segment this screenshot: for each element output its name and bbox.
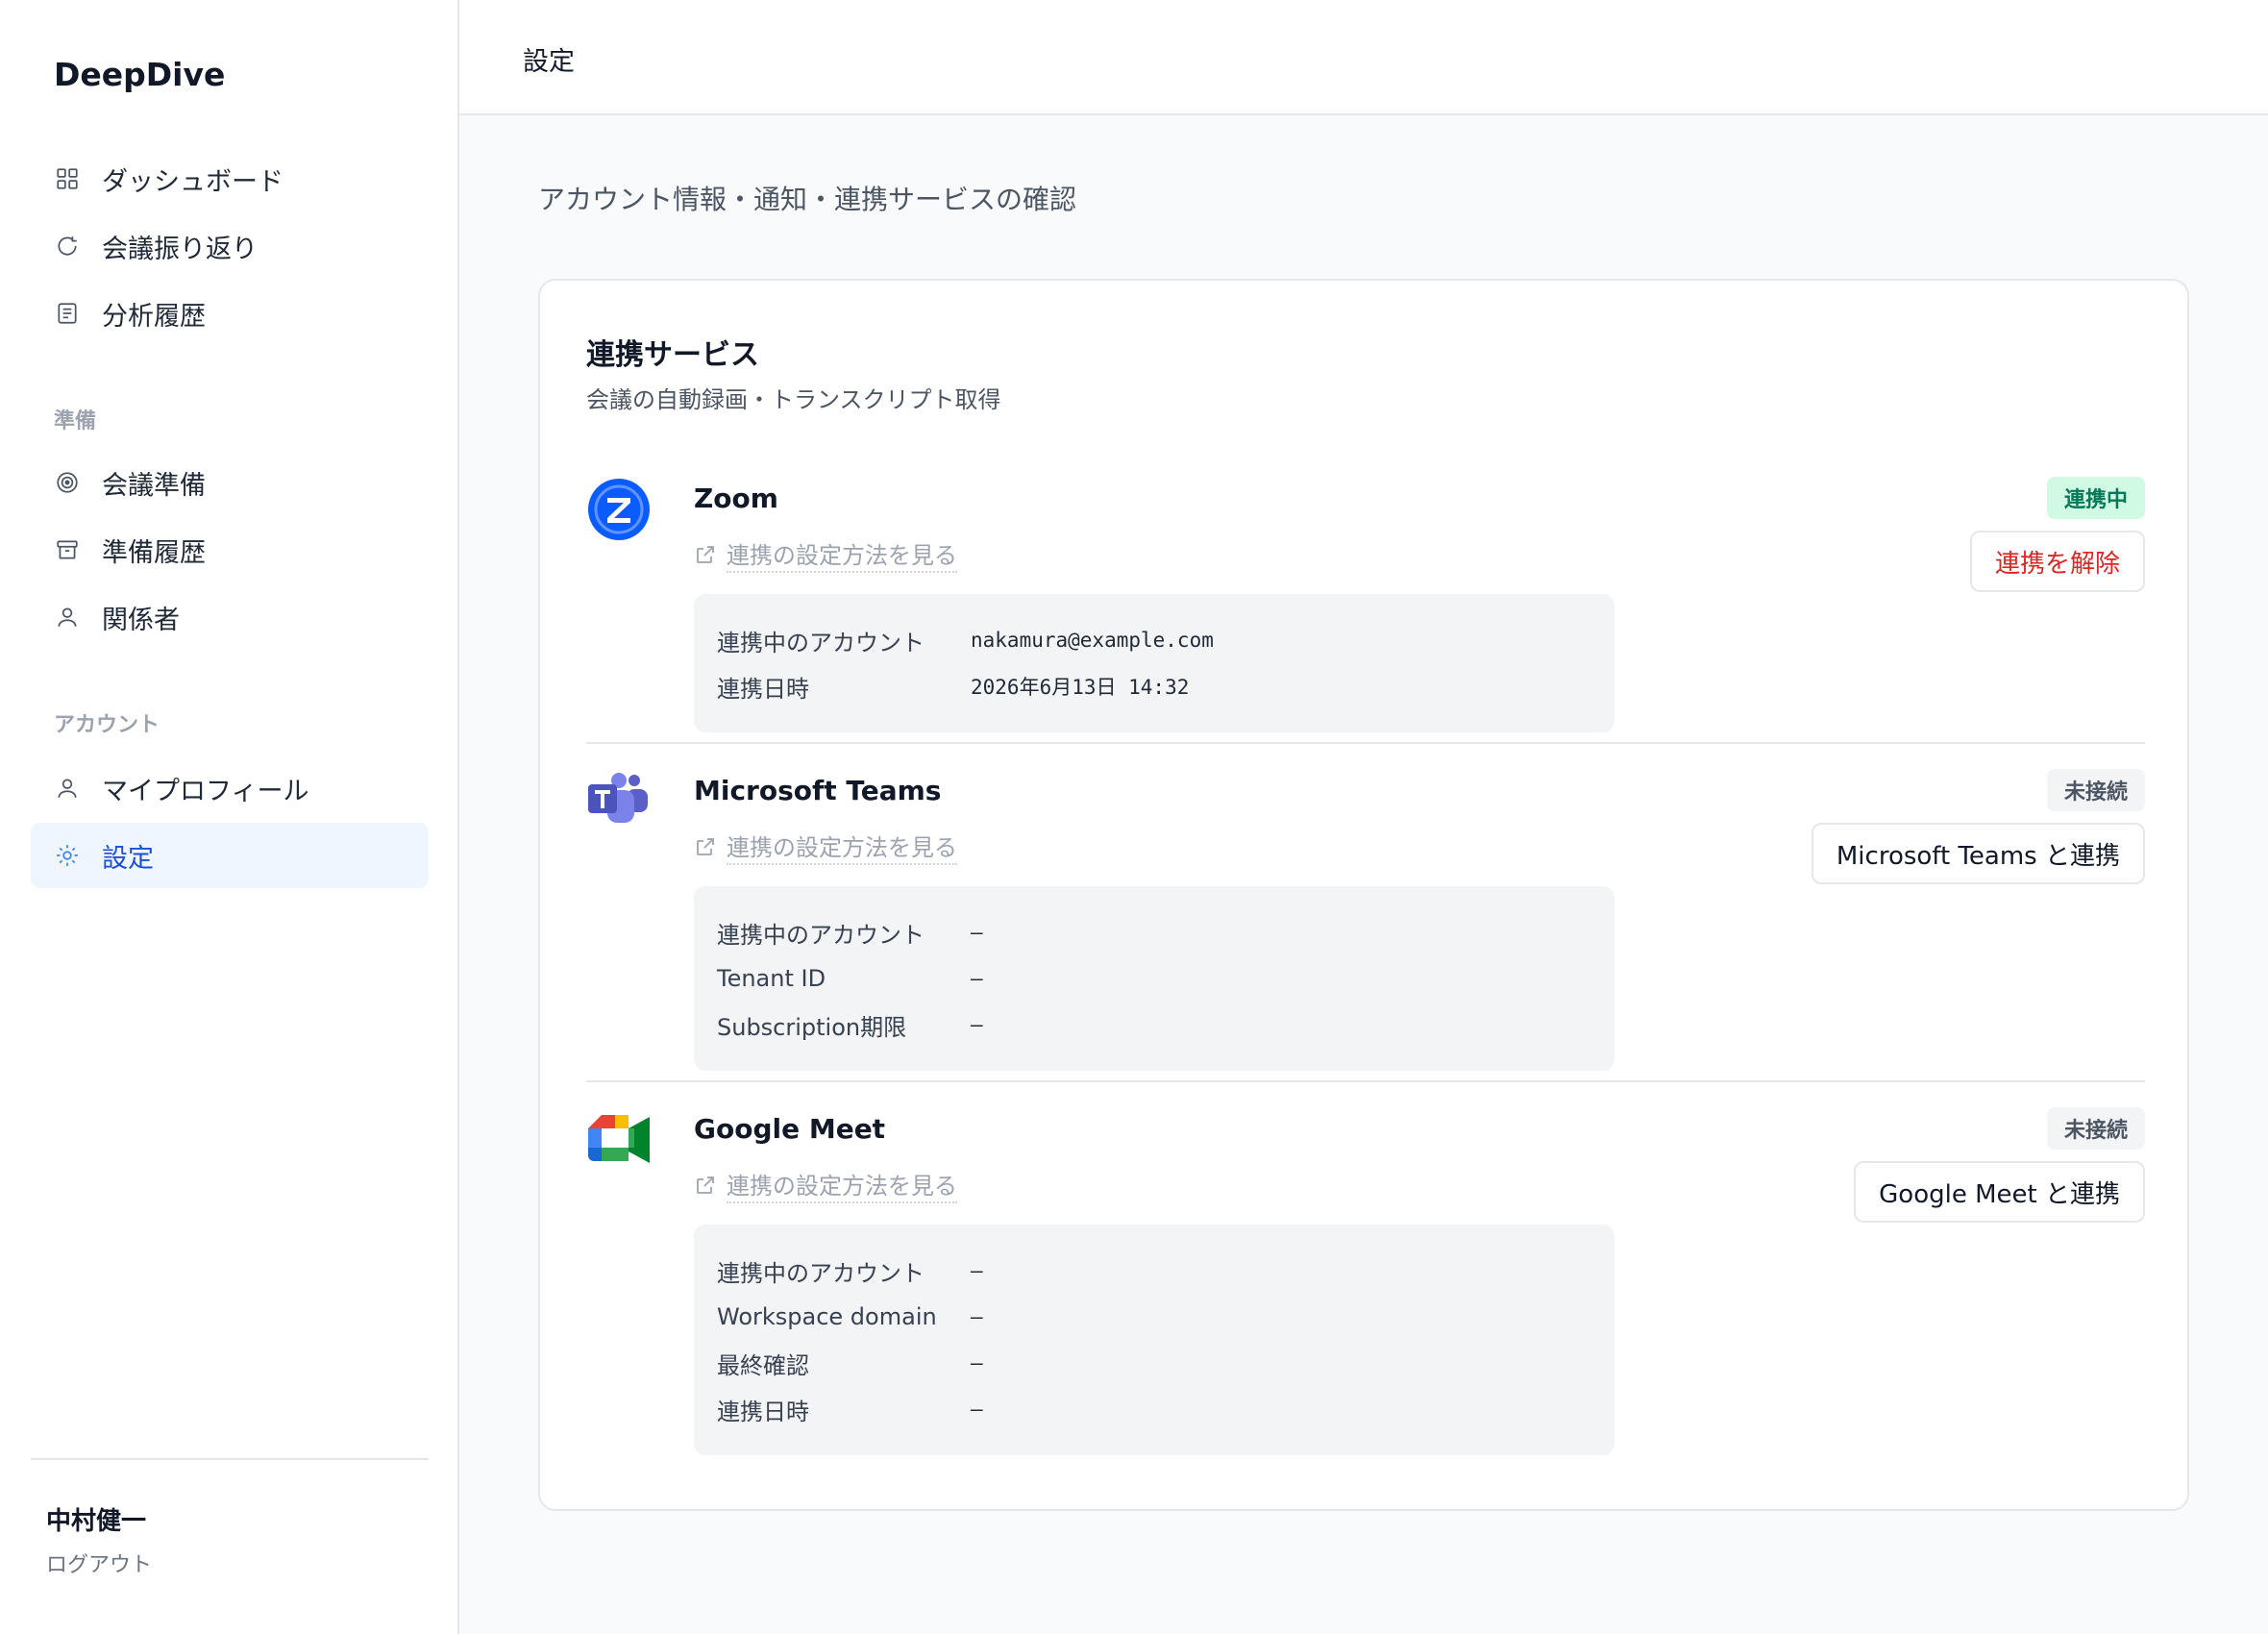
connection-details: 連携中のアカウント — Tenant ID — Subscription期限 — bbox=[694, 886, 1615, 1071]
external-link-icon bbox=[697, 1176, 714, 1194]
detail-key: Workspace domain bbox=[717, 1303, 937, 1330]
detail-value: nakamura@example.com bbox=[971, 629, 1214, 652]
card-subtitle: 会議の自動録画・トランスクリプト取得 bbox=[586, 386, 1001, 413]
sidebar-item-label: 設定 bbox=[102, 843, 154, 874]
service-google-meet: Google Meet 連携の設定方法を見る 連携中のアカウント — Worksp… bbox=[586, 1107, 2145, 1455]
page-title: 設定 bbox=[523, 47, 575, 77]
detail-value: — bbox=[971, 1398, 983, 1421]
document-icon bbox=[54, 300, 81, 327]
card-title: 連携サービス bbox=[586, 338, 759, 372]
detail-key: 連携中のアカウント bbox=[717, 629, 924, 656]
sidebar-item-my-profile[interactable]: マイプロフィール bbox=[31, 755, 429, 821]
sidebar-item-label: 分析履歴 bbox=[102, 301, 206, 332]
grid-icon bbox=[54, 165, 81, 192]
logout-link[interactable]: ログアウト bbox=[46, 1547, 152, 1578]
user-name: 中村健一 bbox=[46, 1507, 147, 1536]
detail-value: — bbox=[971, 1305, 983, 1328]
detail-row: Workspace domain — bbox=[717, 1294, 1591, 1340]
setup-guide-label: 連携の設定方法を見る bbox=[727, 829, 957, 865]
detail-key: Subscription期限 bbox=[717, 1013, 907, 1041]
sidebar-item-label: マイプロフィール bbox=[102, 776, 309, 806]
service-name: Google Meet bbox=[694, 1113, 886, 1145]
disconnect-zoom-button[interactable]: 連携を解除 bbox=[1969, 531, 2145, 592]
detail-row: Subscription期限 — bbox=[717, 1002, 1591, 1048]
setup-guide-label: 連携の設定方法を見る bbox=[727, 536, 957, 573]
top-bar: 設定 bbox=[459, 0, 2268, 115]
sidebar-item-label: ダッシュボード bbox=[102, 166, 284, 197]
integrations-card: 連携サービス 会議の自動録画・トランスクリプト取得 Zoom 連携の設定方法を見… bbox=[538, 279, 2189, 1511]
detail-value: — bbox=[971, 1351, 983, 1374]
detail-value: — bbox=[971, 967, 983, 990]
zoom-logo-icon bbox=[586, 477, 652, 542]
status-badge: 未接続 bbox=[2046, 1107, 2145, 1150]
status-badge: 未接続 bbox=[2046, 769, 2145, 811]
sidebar-item-label: 会議振り返り bbox=[102, 234, 258, 264]
sidebar-item-meeting-review[interactable]: 会議振り返り bbox=[31, 213, 429, 279]
sidebar-item-meeting-prep[interactable]: 会議準備 bbox=[31, 450, 429, 515]
detail-key: 連携日時 bbox=[717, 675, 809, 703]
connect-google-meet-button[interactable]: Google Meet と連携 bbox=[1854, 1161, 2145, 1223]
setup-guide-link[interactable]: 連携の設定方法を見る bbox=[694, 1167, 957, 1203]
sidebar-item-label: 会議準備 bbox=[102, 470, 206, 501]
sidebar-item-prep-history[interactable]: 準備履歴 bbox=[31, 517, 429, 582]
divider bbox=[586, 1080, 2145, 1082]
detail-value: — bbox=[971, 1013, 983, 1036]
detail-row: 連携中のアカウント — bbox=[717, 909, 1591, 955]
connect-teams-button[interactable]: Microsoft Teams と連携 bbox=[1811, 823, 2145, 884]
status-badge: 連携中 bbox=[2046, 477, 2145, 519]
sidebar-item-dashboard[interactable]: ダッシュボード bbox=[31, 146, 429, 211]
section-label-prep: 準備 bbox=[54, 409, 97, 433]
detail-value: 2026年6月13日 14:32 bbox=[971, 676, 1190, 699]
sidebar-item-label: 準備履歴 bbox=[102, 537, 206, 568]
setup-guide-link[interactable]: 連携の設定方法を見る bbox=[694, 536, 957, 573]
detail-row: Tenant ID — bbox=[717, 955, 1591, 1002]
section-label-account: アカウント bbox=[54, 713, 160, 737]
page-subtitle: アカウント情報・通知・連携サービスの確認 bbox=[538, 184, 1077, 215]
target-icon bbox=[54, 469, 81, 496]
sidebar-item-label: 関係者 bbox=[102, 605, 180, 635]
detail-value: — bbox=[971, 1259, 983, 1282]
detail-row: 連携中のアカウント — bbox=[717, 1248, 1591, 1294]
detail-row: 連携日時 2026年6月13日 14:32 bbox=[717, 663, 1591, 709]
setup-guide-link[interactable]: 連携の設定方法を見る bbox=[694, 829, 957, 865]
setup-guide-label: 連携の設定方法を見る bbox=[727, 1167, 957, 1203]
main-content: 設定 アカウント情報・通知・連携サービスの確認 連携サービス 会議の自動録画・ト… bbox=[459, 0, 2268, 1634]
brand-logo[interactable]: DeepDive bbox=[54, 56, 225, 93]
sidebar-item-stakeholders[interactable]: 関係者 bbox=[31, 584, 429, 650]
gear-icon bbox=[54, 842, 81, 869]
divider bbox=[586, 742, 2145, 744]
detail-value: — bbox=[971, 921, 983, 944]
sidebar-item-settings[interactable]: 設定 bbox=[31, 823, 429, 888]
user-icon bbox=[54, 604, 81, 631]
detail-key: 連携日時 bbox=[717, 1398, 809, 1425]
detail-row: 連携中のアカウント nakamura@example.com bbox=[717, 617, 1591, 663]
teams-logo-icon bbox=[586, 769, 652, 834]
detail-row: 最終確認 — bbox=[717, 1340, 1591, 1386]
detail-key: 連携中のアカウント bbox=[717, 921, 924, 949]
google-meet-logo-icon bbox=[586, 1107, 652, 1173]
detail-key: Tenant ID bbox=[717, 965, 826, 992]
service-name: Zoom bbox=[694, 483, 778, 514]
external-link-icon bbox=[697, 838, 714, 855]
sidebar-divider bbox=[31, 1458, 429, 1460]
archive-icon bbox=[54, 536, 81, 563]
app-root: DeepDive ダッシュボード 会議振り返り 分析履歴 準備 会議準備 準備履… bbox=[0, 0, 2268, 1634]
refresh-icon bbox=[54, 233, 81, 260]
sidebar: DeepDive ダッシュボード 会議振り返り 分析履歴 準備 会議準備 準備履… bbox=[0, 0, 459, 1634]
user-icon bbox=[54, 775, 81, 802]
sidebar-item-analysis-history[interactable]: 分析履歴 bbox=[31, 281, 429, 346]
detail-key: 連携中のアカウント bbox=[717, 1259, 924, 1287]
connection-details: 連携中のアカウント — Workspace domain — 最終確認 — 連携日時 — bbox=[694, 1225, 1615, 1455]
detail-key: 最終確認 bbox=[717, 1351, 809, 1379]
service-microsoft-teams: Microsoft Teams 連携の設定方法を見る 連携中のアカウント — Te… bbox=[586, 769, 2145, 1071]
service-zoom: Zoom 連携の設定方法を見る 連携中のアカウント nakamura@exampl… bbox=[586, 477, 2145, 732]
detail-row: 連携日時 — bbox=[717, 1386, 1591, 1432]
external-link-icon bbox=[697, 546, 714, 563]
connection-details: 連携中のアカウント nakamura@example.com 連携日時 2026年6… bbox=[694, 594, 1615, 732]
service-name: Microsoft Teams bbox=[694, 775, 942, 806]
